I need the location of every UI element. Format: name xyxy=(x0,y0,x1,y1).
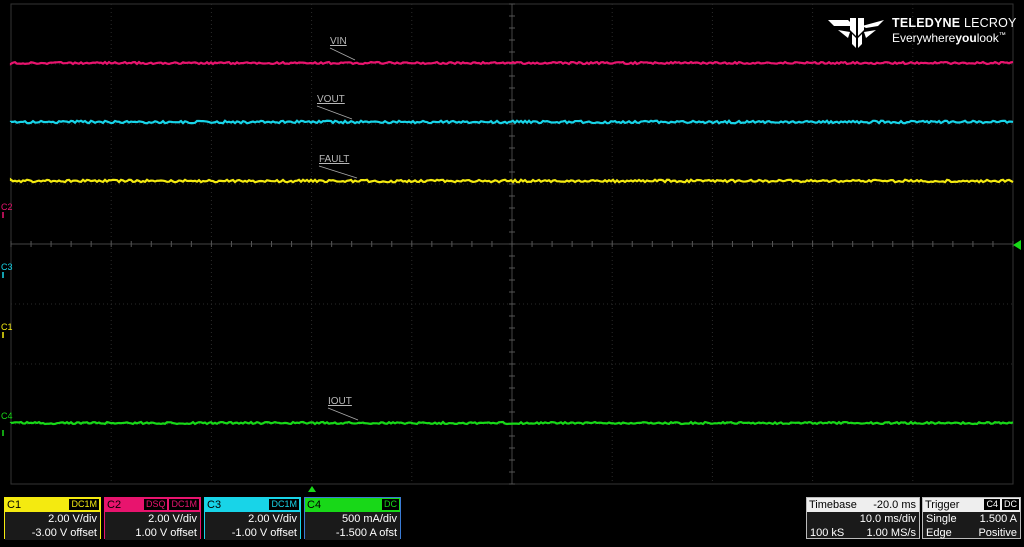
trigger-mode: Single xyxy=(926,513,957,525)
teledyne-logo-icon xyxy=(828,18,884,48)
channel-descriptor-c3[interactable]: C3 DC1M 2.00 V/div -1.00 V offset xyxy=(204,497,301,540)
channel-marker-c2[interactable]: C2 xyxy=(1,202,13,212)
channel-header: C1 DC1M xyxy=(5,498,100,512)
tagline-pre: Everywhere xyxy=(892,31,956,45)
trace-label-iout: IOUT xyxy=(328,396,352,407)
channel-offset: -3.00 V offset xyxy=(5,526,100,540)
channel-offset: -1.00 V offset xyxy=(205,526,300,540)
waveform-display[interactable]: VIN VOUT FAULT IOUT C2 C3 C1 C4 TELEDYNE… xyxy=(0,0,1024,493)
channel-name: C1 xyxy=(7,499,22,511)
channel-marker-c3[interactable]: C3 xyxy=(1,262,13,272)
trigger-coupling-badge: DC xyxy=(1002,499,1019,510)
timebase-descriptor[interactable]: Timebase -20.0 ms 10.0 ms/div 100 kS 1.00… xyxy=(806,497,920,539)
trigger-header: Trigger C4 DC xyxy=(923,498,1020,512)
coupling-badge: DC xyxy=(382,499,399,510)
label-leader xyxy=(327,407,359,421)
trace-label-vin: VIN xyxy=(330,36,347,47)
brand-company: TELEDYNE xyxy=(892,16,961,30)
channel-header: C3 DC1M xyxy=(205,498,300,512)
trigger-label: Trigger xyxy=(925,499,960,511)
timebase-delay: -20.0 ms xyxy=(873,499,916,511)
time-per-div: 10.0 ms/div xyxy=(859,513,916,525)
channel-descriptor-c1[interactable]: C1 DC1M 2.00 V/div -3.00 V offset xyxy=(4,497,101,540)
amps-per-div: 500 mA/div xyxy=(305,512,400,526)
label-leader xyxy=(318,165,358,179)
coupling-badge: DC1M xyxy=(69,499,99,510)
trigger-source-badge: C4 xyxy=(984,499,1000,510)
trigger-slope: Positive xyxy=(978,527,1017,539)
tagline-tm: ™ xyxy=(998,32,1006,39)
sample-rate: 1.00 MS/s xyxy=(866,527,916,539)
volts-per-div: 2.00 V/div xyxy=(105,512,200,526)
label-leader xyxy=(329,47,356,61)
trace-fault xyxy=(9,177,1014,184)
channel-marker-c1[interactable]: C1 xyxy=(1,322,13,332)
status-bar: C1 DC1M 2.00 V/div -3.00 V offset C2 DSQ… xyxy=(0,493,1024,547)
channel-descriptor-c2[interactable]: C2 DSQ DC1M 2.00 V/div 1.00 V offset xyxy=(104,497,201,540)
sample-count: 100 kS xyxy=(810,527,845,539)
label-leader xyxy=(316,105,353,120)
channel-name: C2 xyxy=(107,499,122,511)
trigger-level-arrow xyxy=(1013,240,1021,250)
timebase-header: Timebase -20.0 ms xyxy=(807,498,919,512)
trigger-level: 1.500 A xyxy=(979,513,1017,525)
channel-header: C4 DC xyxy=(305,498,400,512)
channel-offset: 1.00 V offset xyxy=(105,526,200,540)
trace-label-fault: FAULT xyxy=(319,154,350,165)
channel-marker-c4[interactable]: C4 xyxy=(1,411,13,421)
trigger-type: Edge xyxy=(926,527,952,539)
graticule xyxy=(2,3,1021,492)
coupling-badge: DC1M xyxy=(169,499,199,510)
brand-company2: LECROY xyxy=(963,16,1017,30)
tagline-bold: you xyxy=(955,31,977,45)
trigger-position-arrow xyxy=(308,486,316,492)
tagline-post: look xyxy=(976,31,999,45)
teledyne-lecroy-logo: TELEDYNE LECROY Everywhereyoulook™ xyxy=(826,14,1016,50)
channel-descriptor-c4[interactable]: C4 DC 500 mA/div -1.500 A ofst xyxy=(304,497,401,540)
timebase-label: Timebase xyxy=(809,499,857,511)
channel-offset: -1.500 A ofst xyxy=(305,526,400,540)
coupling-badge: DC1M xyxy=(269,499,299,510)
trace-label-vout: VOUT xyxy=(317,94,345,105)
trigger-descriptor[interactable]: Trigger C4 DC Single 1.500 A Edge Positive xyxy=(922,497,1021,539)
volts-per-div: 2.00 V/div xyxy=(5,512,100,526)
channel-name: C4 xyxy=(307,499,322,511)
channel-name: C3 xyxy=(207,499,222,511)
channel-header: C2 DSQ DC1M xyxy=(105,498,200,512)
trace-vin xyxy=(9,60,1014,66)
dsq-badge: DSQ xyxy=(143,499,168,510)
volts-per-div: 2.00 V/div xyxy=(205,512,300,526)
